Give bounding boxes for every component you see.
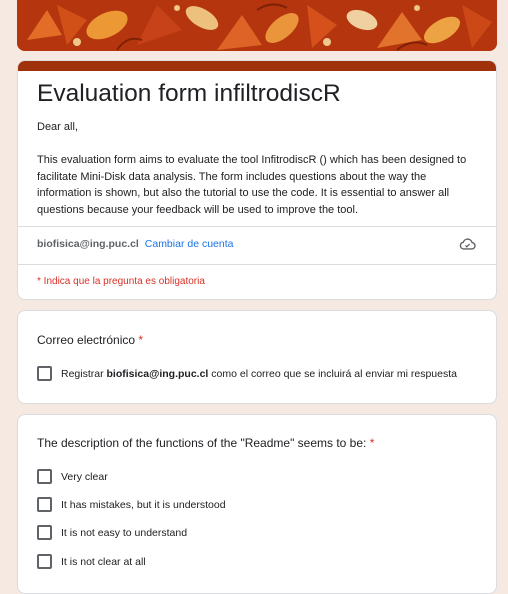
option-checkbox[interactable] (37, 554, 52, 569)
email-question-label: Correo electrónico * (37, 332, 143, 348)
form-greeting: Dear all, (37, 121, 78, 133)
option-label: It is not clear at all (61, 555, 146, 568)
record-email-label: Registrar biofisica@ing.puc.cl como el c… (61, 367, 457, 380)
record-email-checkbox[interactable] (37, 366, 52, 381)
readme-question-text: The description of the functions of the … (37, 436, 367, 450)
option-checkbox[interactable] (37, 525, 52, 540)
option-very-clear[interactable]: Very clear (37, 469, 108, 484)
required-note: * Indica que la pregunta es obligatoria (37, 276, 205, 287)
option-label: It has mistakes, but it is understood (61, 498, 226, 511)
form-header-card: Evaluation form infiltrodiscR Dear all, … (17, 60, 497, 300)
readme-question-label: The description of the functions of the … (37, 435, 374, 451)
email-question-text: Correo electrónico (37, 333, 136, 347)
cloud-saved-icon (459, 238, 476, 250)
readme-question-card: The description of the functions of the … (17, 414, 497, 594)
form-title: Evaluation form infiltrodiscR (37, 80, 341, 107)
account-row: biofisica@ing.puc.cl Cambiar de cuenta (37, 237, 233, 251)
record-email-checkbox-row[interactable]: Registrar biofisica@ing.puc.cl como el c… (37, 366, 457, 381)
option-not-clear-at-all[interactable]: It is not clear at all (37, 554, 146, 569)
option-label: It is not easy to understand (61, 526, 188, 539)
option-checkbox[interactable] (37, 469, 52, 484)
account-email: biofisica@ing.puc.cl (37, 238, 139, 250)
option-not-easy[interactable]: It is not easy to understand (37, 525, 187, 540)
option-has-mistakes[interactable]: It has mistakes, but it is understood (37, 497, 226, 512)
divider (18, 226, 496, 227)
form-description: This evaluation form aims to evaluate th… (37, 154, 467, 216)
required-asterisk: * (138, 333, 144, 347)
email-question-card: Correo electrónico * Registrar biofisica… (17, 310, 497, 404)
header-banner-image (17, 0, 497, 51)
option-checkbox[interactable] (37, 497, 52, 512)
switch-account-link[interactable]: Cambiar de cuenta (145, 238, 234, 250)
divider (18, 264, 496, 265)
option-label: Very clear (61, 470, 108, 483)
theme-strip (18, 61, 496, 71)
required-asterisk: * (369, 436, 375, 450)
